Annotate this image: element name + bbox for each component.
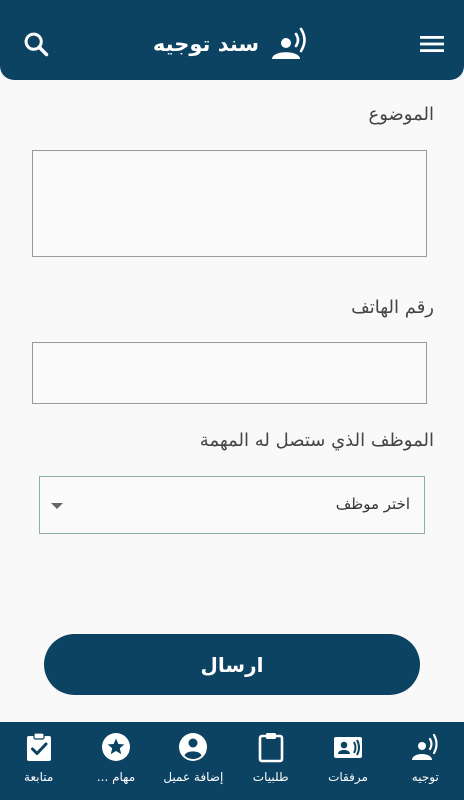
nav-item-direction[interactable]: توجيه [389, 731, 461, 784]
person-signal-icon [412, 733, 438, 760]
nav-item-label: توجيه [411, 770, 439, 784]
nav-item-label: مرفقات [328, 770, 368, 784]
nav-item-label: إضافة عميل [163, 770, 224, 784]
star-circle-icon [101, 733, 130, 761]
bottom-nav: توجيه مرفقات طلبيات إضافة عميل مهام ... … [0, 722, 464, 800]
nav-item-tasks[interactable]: مهام ... [80, 731, 152, 784]
nav-item-label: مهام ... [96, 770, 136, 784]
menu-icon[interactable] [420, 34, 444, 54]
chevron-down-icon [51, 503, 63, 509]
clipboard-icon [258, 733, 283, 763]
account-circle-icon [179, 733, 208, 761]
send-button[interactable]: ارسال [44, 634, 420, 695]
subject-field[interactable] [32, 150, 427, 257]
nav-item-label: طلبيات [252, 770, 289, 784]
phone-label: رقم الهاتف [351, 297, 434, 318]
page-title: سند توجيه [152, 32, 260, 56]
phone-field[interactable] [32, 342, 427, 404]
person-signal-icon [272, 27, 306, 59]
header-title-group: سند توجيه [0, 26, 464, 62]
nav-item-orders[interactable]: طلبيات [235, 731, 307, 784]
nav-item-attachments[interactable]: مرفقات [312, 731, 384, 784]
employee-select[interactable]: اختر موظف [39, 476, 425, 534]
employee-select-value: اختر موظف [335, 495, 410, 513]
app-header: سند توجيه [0, 0, 464, 80]
contact-card-icon [333, 737, 362, 758]
nav-item-add-client[interactable]: إضافة عميل [157, 731, 229, 784]
clipboard-check-icon [26, 732, 51, 761]
employee-label: الموظف الذي ستصل له المهمة [199, 430, 434, 451]
nav-item-follow-up[interactable]: متابعة [3, 731, 75, 784]
subject-label: الموضوع [368, 104, 434, 125]
nav-item-label: متابعة [24, 770, 54, 784]
